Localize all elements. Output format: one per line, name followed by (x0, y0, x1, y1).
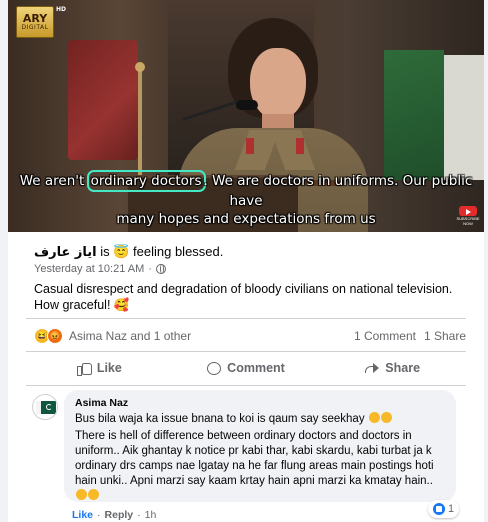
subtitle-after: . We are doctors in uniforms. Our public… (203, 173, 473, 209)
sweat-smile-emoji-icon (76, 489, 87, 500)
sweat-smile-emoji-icon (380, 412, 392, 423)
like-label: Like (96, 361, 122, 375)
subtitle-line-2: many hopes and expectations from us (116, 211, 376, 227)
comment-line-1-text: Bus bila waja ka issue bnana to koi is q… (75, 413, 365, 425)
share-label: Share (385, 361, 421, 375)
avatar[interactable] (32, 394, 58, 420)
comment-author[interactable]: Asima Naz (75, 397, 445, 410)
status-is: is (100, 244, 110, 259)
thumbs-up-icon (76, 361, 92, 376)
sweat-smile-emoji-icon (368, 412, 380, 423)
divider-actions-bottom (26, 385, 466, 386)
comment-count[interactable]: 1 Comment (354, 329, 416, 343)
video-subtitle: We aren't ordinary doctors. We are docto… (8, 170, 484, 228)
flag-pole-finial (135, 62, 145, 72)
status-text: feeling blessed. (133, 244, 224, 259)
footer-separator: · (97, 509, 101, 521)
comment-line-2-text: There is hell of difference between ordi… (75, 430, 434, 487)
subtitle-before: We aren't (19, 173, 89, 189)
footer-separator: · (137, 509, 141, 521)
sweat-smile-emoji-icon (88, 489, 99, 500)
share-button[interactable]: Share (319, 352, 466, 384)
microphone-head (236, 100, 258, 110)
hd-label: HD (56, 6, 67, 13)
video-player[interactable]: ARY DIGITAL HD We aren't ordinary doctor… (8, 0, 484, 232)
youtube-play-icon (459, 206, 477, 216)
post-header: ایاز عارف is 😇 feeling blessed. (34, 244, 223, 260)
share-icon (365, 362, 380, 374)
subscribe-badge[interactable]: SUBSCRIBE NOW (456, 206, 480, 226)
share-count[interactable]: 1 Share (424, 329, 466, 343)
post-author[interactable]: ایاز عارف (34, 245, 97, 260)
angry-reaction-icon: 😡 (47, 328, 63, 344)
action-bar: Like Comment Share (26, 352, 466, 384)
comment-like-link[interactable]: Like (72, 509, 93, 521)
pakistan-flag-white (444, 55, 484, 180)
collar-tab-left (246, 138, 254, 154)
comment-like-badge[interactable]: 1 (428, 500, 460, 518)
comment-line-2: There is hell of difference between ordi… (75, 429, 445, 504)
comment-reply-link[interactable]: Reply (105, 509, 134, 521)
post-card: ARY DIGITAL HD We aren't ordinary doctor… (8, 0, 484, 522)
post-meta: Yesterday at 10:21 AM · (34, 263, 166, 275)
comment-footer: Like · Reply · 1h (72, 509, 156, 521)
globe-icon[interactable] (155, 264, 166, 274)
channel-logo: ARY DIGITAL (16, 6, 54, 38)
meta-separator: · (148, 263, 152, 275)
channel-logo-sub: DIGITAL (21, 23, 49, 31)
feeling-emoji-icon: 😇 (113, 244, 130, 259)
subtitle-highlight: ordinary doctors (86, 170, 206, 192)
engagement-counts: 1 Comment 1 Share (354, 329, 466, 343)
comment-line-1: Bus bila waja ka issue bnana to koi is q… (75, 412, 445, 427)
collar-tab-right (296, 138, 304, 154)
post-text: Casual disrespect and degradation of blo… (34, 282, 453, 312)
comment-time[interactable]: 1h (145, 509, 157, 521)
comment-button[interactable]: Comment (173, 352, 320, 384)
post-timestamp[interactable]: Yesterday at 10:21 AM (34, 263, 144, 275)
comment-like-count: 1 (448, 503, 455, 515)
subtitle-line-1: We aren't ordinary doctors. We are docto… (8, 170, 484, 210)
comment-icon (207, 361, 222, 375)
channel-logo-main: ARY (22, 11, 48, 25)
speaker-face (250, 48, 306, 120)
like-reaction-icon (433, 503, 445, 515)
reaction-text: Asima Naz and 1 other (69, 329, 192, 343)
subscribe-text: SUBSCRIBE NOW (456, 216, 480, 226)
divider-top (26, 318, 466, 319)
page-background: ARY DIGITAL HD We aren't ordinary doctor… (0, 0, 488, 522)
red-flag (68, 40, 138, 160)
reaction-summary[interactable]: 😆 😡 Asima Naz and 1 other (34, 328, 191, 344)
like-button[interactable]: Like (26, 352, 173, 384)
comment-label: Comment (227, 361, 285, 375)
comment-bubble: Asima Naz Bus bila waja ka issue bnana t… (64, 390, 456, 502)
pakistan-flag-green (384, 50, 444, 180)
pakistan-flag-avatar-icon (36, 401, 56, 414)
